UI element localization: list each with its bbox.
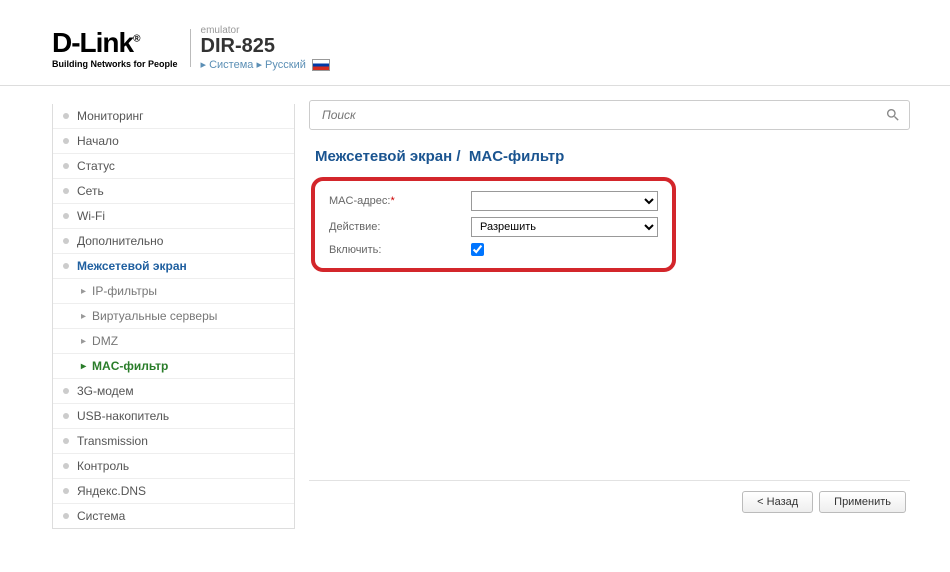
- breadcrumb-system[interactable]: Система: [209, 59, 253, 71]
- sidebar-sub-ipfilters[interactable]: ▸IP-фильтры: [53, 279, 294, 304]
- sidebar-item-3g[interactable]: 3G-модем: [53, 379, 294, 404]
- sidebar-item-control[interactable]: Контроль: [53, 454, 294, 479]
- apply-button[interactable]: Применить: [819, 491, 906, 513]
- sidebar-item-start[interactable]: Начало: [53, 129, 294, 154]
- search-icon[interactable]: [885, 107, 901, 126]
- sidebar-item-wifi[interactable]: Wi-Fi: [53, 204, 294, 229]
- header-right: emulator DIR-825 ▸ Система ▸ Русский: [201, 25, 330, 71]
- sidebar-sub-virtualservers[interactable]: ▸Виртуальные серверы: [53, 304, 294, 329]
- sidebar-item-transmission[interactable]: Transmission: [53, 429, 294, 454]
- breadcrumb: ▸ Система ▸ Русский: [201, 58, 330, 71]
- main-panel: Межсетевой экран / MAC-фильтр MAC-адрес:…: [295, 86, 910, 529]
- header: D-Link® Building Networks for People emu…: [0, 0, 950, 79]
- sidebar-item-system[interactable]: Система: [53, 504, 294, 528]
- logo-text: D-Link®: [52, 27, 178, 59]
- sidebar-item-advanced[interactable]: Дополнительно: [53, 229, 294, 254]
- action-select[interactable]: Разрешить: [471, 217, 658, 237]
- sidebar-item-status[interactable]: Статус: [53, 154, 294, 179]
- back-button[interactable]: < Назад: [742, 491, 813, 513]
- sidebar-sub-macfilter[interactable]: ▸MAC-фильтр: [53, 354, 294, 379]
- sidebar: Мониторинг Начало Статус Сеть Wi-Fi Допо…: [52, 104, 295, 529]
- sidebar-item-usb[interactable]: USB-накопитель: [53, 404, 294, 429]
- header-divider: [190, 29, 191, 67]
- mac-label: MAC-адрес:*: [329, 195, 471, 207]
- row-enable: Включить:: [329, 243, 658, 256]
- logo: D-Link® Building Networks for People: [52, 27, 178, 69]
- row-mac: MAC-адрес:*: [329, 191, 658, 211]
- search-input[interactable]: [322, 108, 879, 122]
- mac-filter-form: MAC-адрес:* Действие: Разрешить Включить…: [311, 177, 676, 272]
- breadcrumb-lang[interactable]: Русский: [265, 59, 306, 71]
- footer-buttons: < Назад Применить: [309, 480, 910, 529]
- action-label: Действие:: [329, 221, 471, 233]
- flag-icon[interactable]: [312, 59, 330, 71]
- sidebar-item-monitoring[interactable]: Мониторинг: [53, 104, 294, 129]
- product-name: DIR-825: [201, 36, 330, 56]
- sidebar-item-network[interactable]: Сеть: [53, 179, 294, 204]
- logo-tagline: Building Networks for People: [52, 59, 178, 69]
- row-action: Действие: Разрешить: [329, 217, 658, 237]
- page-title: Межсетевой экран / MAC-фильтр: [315, 148, 910, 165]
- enable-label: Включить:: [329, 244, 471, 256]
- sidebar-sub-dmz[interactable]: ▸DMZ: [53, 329, 294, 354]
- sidebar-item-firewall[interactable]: Межсетевой экран: [53, 254, 294, 279]
- search-box: [309, 100, 910, 130]
- enable-checkbox[interactable]: [471, 243, 484, 256]
- sidebar-item-yandexdns[interactable]: Яндекс.DNS: [53, 479, 294, 504]
- mac-select[interactable]: [471, 191, 658, 211]
